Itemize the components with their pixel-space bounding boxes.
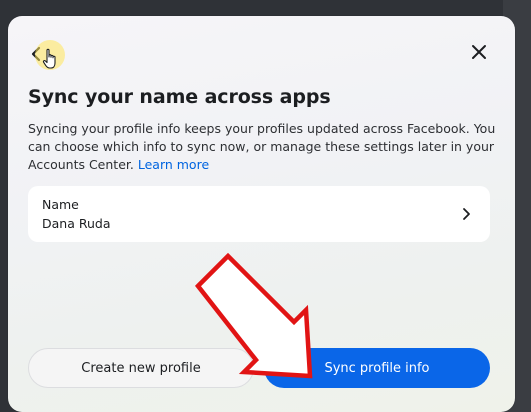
chevron-right-icon [463,208,470,220]
name-value: Dana Ruda [42,216,111,231]
close-button[interactable] [467,40,491,64]
dialog-title: Sync your name across apps [28,86,331,108]
learn-more-link[interactable]: Learn more [138,157,209,172]
name-sync-row[interactable]: Name Dana Ruda [28,186,490,242]
create-new-profile-button[interactable]: Create new profile [28,348,254,388]
close-icon [472,45,486,59]
sync-profile-info-button[interactable]: Sync profile info [264,348,490,388]
dialog-description: Syncing your profile info keeps your pro… [28,120,498,174]
name-label: Name [42,197,79,212]
description-text: Syncing your profile info keeps your pro… [28,121,496,172]
sync-name-dialog: Sync your name across apps Syncing your … [8,16,515,412]
hand-pointer-icon [42,48,56,69]
